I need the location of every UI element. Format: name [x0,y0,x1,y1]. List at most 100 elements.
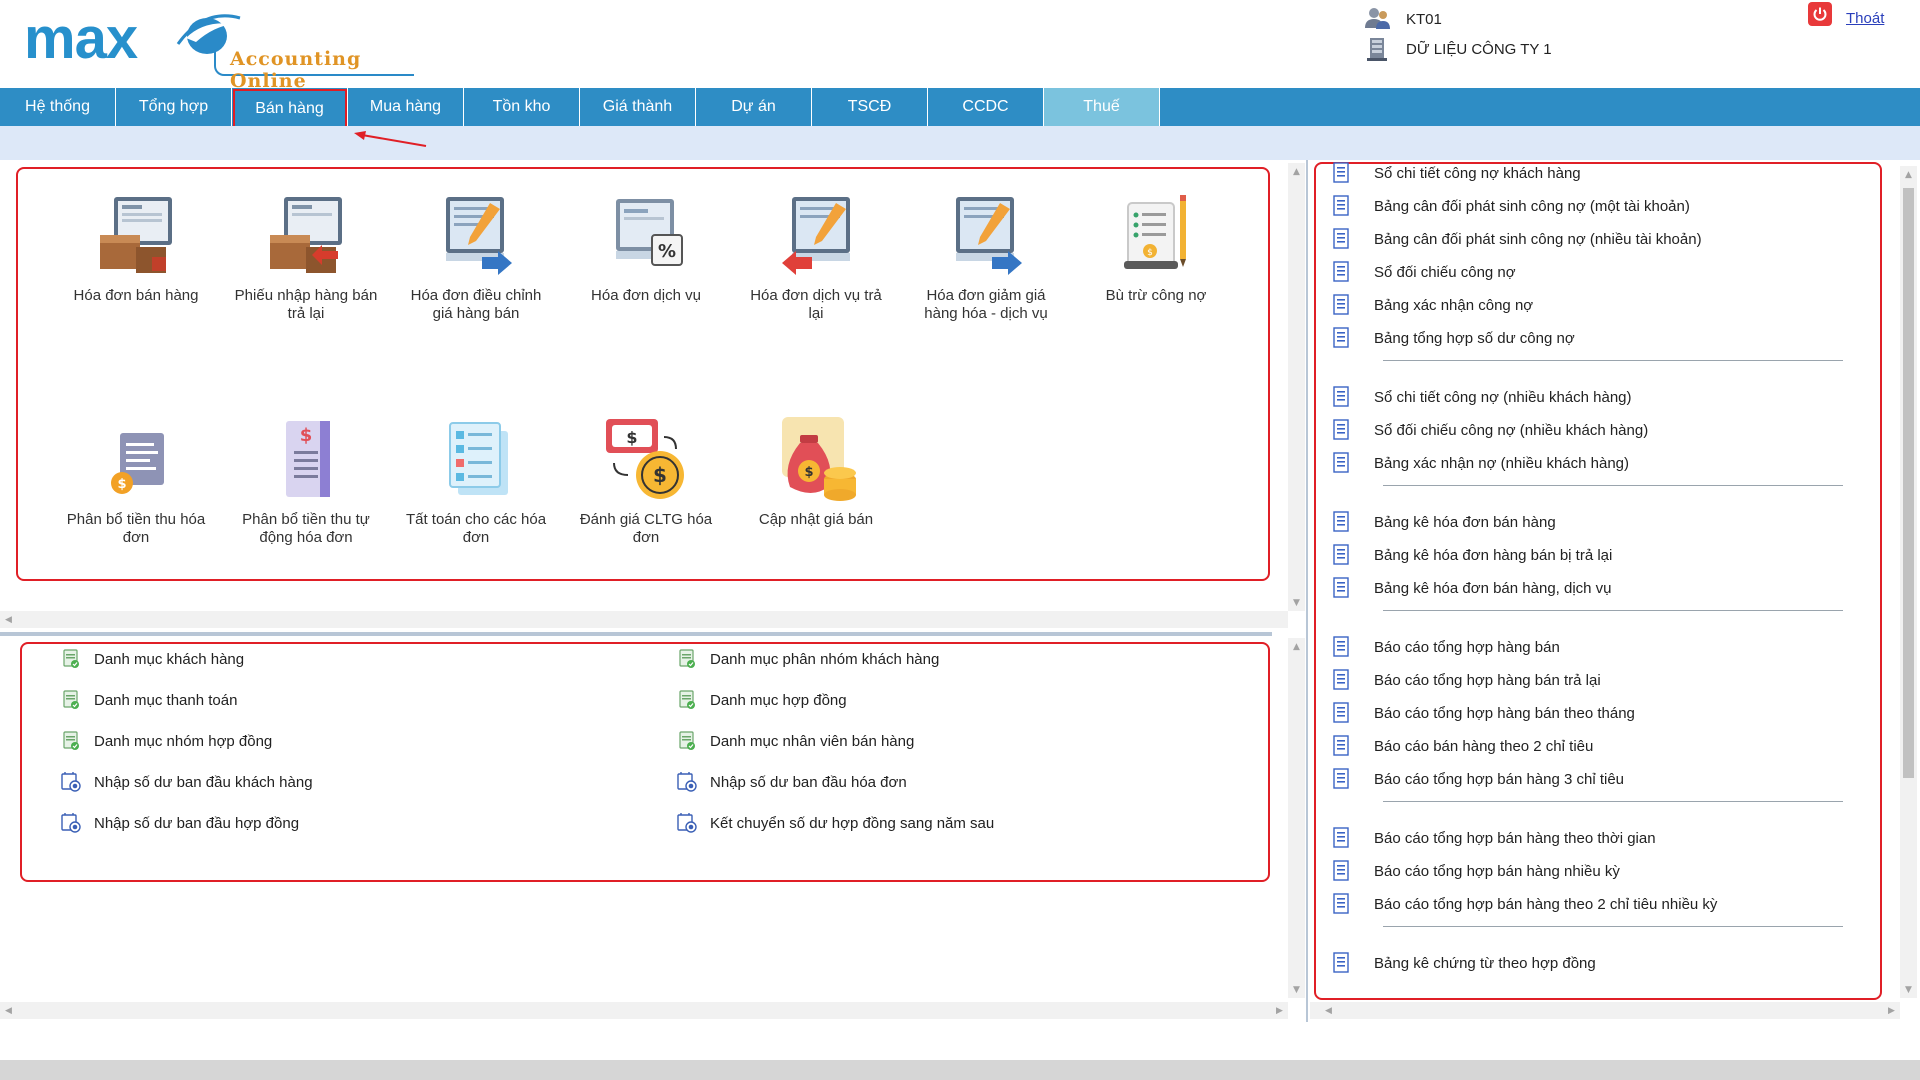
nav-tab-tong-hop[interactable]: Tổng hợp [116,88,232,126]
report-item[interactable]: Bảng cân đối phát sinh công nợ (một tài … [1330,195,1690,217]
functions-vscrollbar[interactable]: ▲ ▼ [1288,163,1305,611]
func-hoa-don-dieu-chinh-gia[interactable]: Hóa đơn điều chỉnh giá hàng bán [401,191,551,323]
company-name: DỮ LIỆU CÔNG TY 1 [1406,40,1552,58]
scroll-up-icon[interactable]: ▲ [1288,163,1305,180]
report-item[interactable]: Sổ đối chiếu công nợ [1330,261,1516,283]
report-item[interactable]: Bảng xác nhận công nợ [1330,294,1533,316]
catalog-item[interactable]: Danh mục nhân viên bán hàng [676,730,914,752]
catalog-item[interactable]: Danh mục thanh toán [60,689,237,711]
invoice-adjust-icon [446,197,512,275]
logout[interactable]: Thoát [1808,2,1884,27]
scroll-thumb[interactable] [1903,188,1914,778]
catalog-item[interactable]: Danh mục phân nhóm khách hàng [676,648,939,670]
catalog-hscrollbar[interactable]: ◀ ▶ [0,1002,1288,1019]
user-info: KT01 DỮ LIỆU CÔNG TY 1 [1364,6,1624,66]
report-item-label: Bảng tổng hợp số dư công nợ [1374,329,1575,347]
catalog-item[interactable]: Danh mục hợp đồng [676,689,847,711]
nav-tab-mua-hang[interactable]: Mua hàng [348,88,464,126]
nav-tab-gia-thanh[interactable]: Giá thành [580,88,696,126]
catalog-item[interactable]: Danh mục nhóm hợp đồng [60,730,272,752]
app-window: max Accounting Online KT01 DỮ LIỆU CÔNG … [0,0,1920,1080]
report-item[interactable]: Bảng kê chứng từ theo hợp đồng [1330,952,1596,974]
svg-text:$: $ [300,425,313,446]
nav-tab-du-an[interactable]: Dự án [696,88,812,126]
func-hoa-don-ban-hang[interactable]: Hóa đơn bán hàng [61,191,211,305]
report-item[interactable]: Báo cáo tổng hợp hàng bán [1330,636,1560,658]
opening-balance-icon [60,771,82,793]
func-danh-gia-cltg[interactable]: $ $ Đánh giá CLTG hóa đơn [571,415,721,547]
functions-hscrollbar[interactable]: ◀ [0,611,1288,628]
func-hoa-don-dich-vu-tra-lai[interactable]: Hóa đơn dịch vụ trả lại [741,191,891,323]
reports-vscrollbar[interactable]: ▲ ▼ [1900,166,1917,998]
nav-tab-ton-kho[interactable]: Tồn kho [464,88,580,126]
report-item[interactable]: Bảng tổng hợp số dư công nợ [1330,327,1575,349]
scroll-left-icon[interactable]: ◀ [1320,1002,1337,1019]
power-icon[interactable] [1808,2,1832,26]
report-item[interactable]: Báo cáo tổng hợp hàng bán trả lại [1330,669,1601,691]
report-separator [1383,610,1843,611]
report-item-label: Bảng cân đối phát sinh công nợ (một tài … [1374,197,1690,215]
report-item[interactable]: Sổ chi tiết công nợ khách hàng [1330,162,1581,184]
invoice-percent-icon: % [616,199,683,266]
report-item[interactable]: Bảng cân đối phát sinh công nợ (nhiều tà… [1330,228,1702,250]
catalog-item[interactable]: Nhập số dư ban đầu hợp đồng [60,812,299,834]
nav-tab-he-thong[interactable]: Hệ thống [0,88,116,126]
report-item-label: Báo cáo bán hàng theo 2 chỉ tiêu [1374,737,1594,755]
debt-offset-icon: $ [1124,195,1186,269]
catalog-item[interactable]: Nhập số dư ban đầu hóa đơn [676,771,907,793]
page-hscrollbar[interactable] [0,1060,1920,1080]
func-phieu-nhap-hang-ban-tra-lai[interactable]: Phiếu nhập hàng bán trả lại [231,191,381,323]
report-item[interactable]: Báo cáo tổng hợp bán hàng nhiều kỳ [1330,860,1620,882]
report-item-label: Báo cáo tổng hợp hàng bán trả lại [1374,671,1601,689]
func-phan-bo-tu-dong[interactable]: $ Phân bổ tiền thu tự động hóa đơn [231,415,381,547]
scroll-left-icon[interactable]: ◀ [0,1002,17,1019]
report-item[interactable]: Báo cáo tổng hợp hàng bán theo tháng [1330,702,1635,724]
catalog-item[interactable]: Danh mục khách hàng [60,648,244,670]
invoice-return-box-icon [270,197,342,273]
report-item[interactable]: Sổ chi tiết công nợ (nhiều khách hàng) [1330,386,1632,408]
catalog-vscrollbar[interactable]: ▲ ▼ [1288,638,1305,998]
logo: max Accounting Online [24,10,414,92]
func-hoa-don-giam-gia[interactable]: Hóa đơn giảm giá hàng hóa - dịch vụ [911,191,1061,323]
scroll-down-icon[interactable]: ▼ [1288,981,1305,998]
nav-tab-ban-hang[interactable]: Bán hàng [232,88,348,130]
reports-hscrollbar[interactable]: ◀ ▶ [1310,1002,1900,1019]
func-hoa-don-dich-vu[interactable]: % Hóa đơn dịch vụ [571,191,721,305]
func-bu-tru-cong-no[interactable]: $ Bù trừ công nợ [1081,191,1231,305]
report-item[interactable]: Bảng kê hóa đơn bán hàng [1330,511,1556,533]
report-item[interactable]: Sổ đối chiếu công nợ (nhiều khách hàng) [1330,419,1648,441]
report-item[interactable]: Báo cáo tổng hợp bán hàng theo thời gian [1330,827,1656,849]
scroll-down-icon[interactable]: ▼ [1900,981,1917,998]
nav-tab-ccdc[interactable]: CCDC [928,88,1044,126]
report-item[interactable]: Bảng kê hóa đơn hàng bán bị trả lại [1330,544,1612,566]
func-tat-toan-hoa-don[interactable]: Tất toán cho các hóa đơn [401,415,551,547]
vertical-splitter[interactable] [1306,160,1308,1022]
func-label: Bù trừ công nợ [1105,287,1207,304]
report-item[interactable]: Báo cáo tổng hợp bán hàng theo 2 chỉ tiê… [1330,893,1717,915]
logout-link[interactable]: Thoát [1846,10,1884,27]
func-cap-nhat-gia-ban[interactable]: $ Cập nhật giá bán [741,415,891,529]
report-item-label: Báo cáo tổng hợp bán hàng theo 2 chỉ tiê… [1374,895,1718,913]
report-icon [1330,636,1352,658]
catalog-item[interactable]: Nhập số dư ban đầu khách hàng [60,771,313,793]
scroll-up-icon[interactable]: ▲ [1900,166,1917,183]
horizontal-splitter[interactable] [0,632,1272,636]
report-icon [1330,294,1352,316]
report-item[interactable]: Bảng kê hóa đơn bán hàng, dịch vụ [1330,577,1612,599]
nav-tab-thue[interactable]: Thuế [1044,88,1160,126]
report-item[interactable]: Báo cáo tổng hợp bán hàng 3 chỉ tiêu [1330,768,1624,790]
report-item[interactable]: Báo cáo bán hàng theo 2 chỉ tiêu [1330,735,1593,757]
scroll-down-icon[interactable]: ▼ [1288,594,1305,611]
scroll-up-icon[interactable]: ▲ [1288,638,1305,655]
scroll-left-icon[interactable]: ◀ [0,611,17,628]
func-label: Hóa đơn điều chỉnh giá hàng bán [410,287,542,322]
func-phan-bo-tien-thu[interactable]: $ Phân bổ tiền thu hóa đơn [61,415,211,547]
scroll-right-icon[interactable]: ▶ [1271,1002,1288,1019]
catalog-item-label: Danh mục phân nhóm khách hàng [710,650,940,668]
report-item-label: Báo cáo tổng hợp hàng bán theo tháng [1374,704,1635,722]
scroll-right-icon[interactable]: ▶ [1883,1002,1900,1019]
report-icon [1330,228,1352,250]
nav-tab-tscd[interactable]: TSCĐ [812,88,928,126]
catalog-item[interactable]: Kết chuyển số dư hợp đồng sang năm sau [676,812,994,834]
report-item[interactable]: Bảng xác nhận nợ (nhiều khách hàng) [1330,452,1629,474]
